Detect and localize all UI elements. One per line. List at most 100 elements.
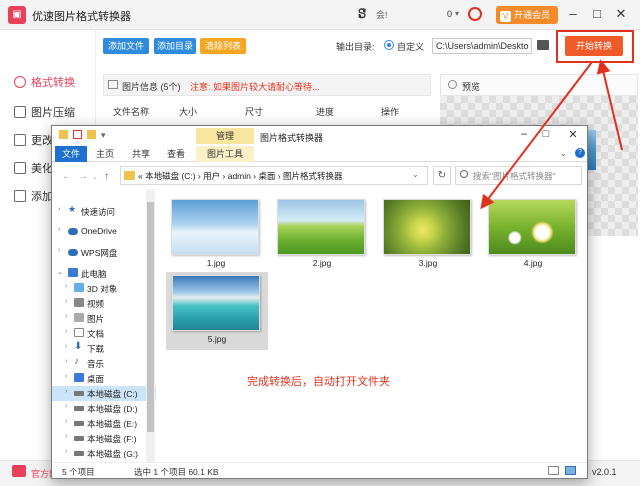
tab-view[interactable]: 查看 <box>162 146 190 162</box>
vip-button[interactable]: V 开通会员 <box>496 6 558 24</box>
nav-item-drive-f[interactable]: › 本地磁盘 (F:) <box>52 431 156 446</box>
sidebar-item-format-convert[interactable]: 格式转换 <box>14 74 75 90</box>
search-icon <box>460 170 468 178</box>
chevron-right-icon[interactable]: › <box>65 448 67 455</box>
address-path[interactable]: « 本地磁盘 (C:) › 用户 › admin › 桌面 › 图片格式转换器 <box>138 170 342 182</box>
file-item[interactable]: 2.jpg <box>271 196 373 270</box>
chevron-right-icon[interactable]: › <box>65 343 67 350</box>
home-icon <box>12 465 26 477</box>
back-arrow-icon[interactable]: ← <box>62 171 72 182</box>
nav-item-quick-access[interactable]: › ★ 快速访问 <box>52 204 156 219</box>
chevron-right-icon[interactable]: › <box>58 247 60 254</box>
chevron-right-icon[interactable]: › <box>65 403 67 410</box>
close-icon[interactable]: ✕ <box>614 6 628 22</box>
details-view-icon[interactable] <box>548 466 559 475</box>
folder-icon[interactable] <box>537 40 549 50</box>
nav-item-drive-d[interactable]: › 本地磁盘 (D:) <box>52 401 156 416</box>
cloud-icon <box>68 249 78 256</box>
chevron-right-icon[interactable]: › <box>65 283 67 290</box>
nav-item-onedrive[interactable]: › OneDrive <box>52 224 156 239</box>
tab-share[interactable]: 共享 <box>127 146 155 162</box>
file-item[interactable]: 3.jpg <box>377 196 479 270</box>
nav-item-drive-e[interactable]: › 本地磁盘 (E:) <box>52 416 156 431</box>
sidebar-item-compress[interactable]: 图片压缩 <box>14 104 75 120</box>
file-item[interactable]: 4.jpg <box>482 196 584 270</box>
file-name: 3.jpg <box>418 258 438 268</box>
custom-radio[interactable] <box>384 40 394 50</box>
info-note: 注意: 如果图片较大请耐心等待... <box>190 82 320 92</box>
nav-item-videos[interactable]: › 视频 <box>52 296 156 311</box>
chevron-right-icon[interactable]: › <box>65 328 67 335</box>
nav-item-documents[interactable]: › 文档 <box>52 326 156 341</box>
properties-icon[interactable] <box>73 130 82 139</box>
maximize-icon[interactable]: □ <box>536 128 556 140</box>
chevron-right-icon[interactable]: › <box>65 373 67 380</box>
start-convert-button[interactable]: 开始转换 <box>565 36 623 56</box>
clear-list-button[interactable]: 清除列表 <box>200 38 246 54</box>
pc-icon <box>68 268 78 277</box>
nav-item-3d-objects[interactable]: › 3D 对象 <box>52 281 156 296</box>
tab-picture-tools[interactable]: 图片工具 <box>196 146 254 162</box>
search-placeholder: 搜索"图片格式转换器" <box>473 171 556 181</box>
chevron-right-icon[interactable]: › <box>65 313 67 320</box>
output-path-field[interactable]: C:\Users\admin\Deskto <box>432 38 532 54</box>
add-directory-button[interactable]: 添加目录 <box>154 38 196 54</box>
add-file-button[interactable]: 添加文件 <box>103 38 149 54</box>
table-header: 文件名称 大小 尺寸 进度 操作 <box>103 105 431 121</box>
file-item[interactable]: 1.jpg <box>165 196 267 270</box>
output-dir-label: 输出目录: <box>336 42 375 52</box>
chevron-right-icon[interactable]: › <box>58 226 60 233</box>
record-circle-icon[interactable] <box>468 7 482 21</box>
new-folder-icon[interactable] <box>87 130 96 139</box>
tab-home[interactable]: 主页 <box>91 146 119 162</box>
chevron-down-icon[interactable]: ⌄ <box>560 149 567 158</box>
tab-file[interactable]: 文件 <box>55 146 87 162</box>
close-icon[interactable]: ✕ <box>563 128 583 141</box>
sidebar-item-beautify[interactable]: 美化 <box>14 160 53 176</box>
chevron-right-icon[interactable]: › <box>65 298 67 305</box>
chevron-down-icon[interactable]: ⌄ <box>57 268 63 276</box>
column-header: 操作 <box>381 107 400 117</box>
selection-info: 选中 1 个项目 60.1 KB <box>134 467 219 477</box>
user-name[interactable]: 会! <box>376 8 388 21</box>
customize-qat-icon[interactable]: ▾ <box>101 130 106 140</box>
sidebar-item-change[interactable]: 更改 <box>14 132 53 148</box>
nav-item-drive-g[interactable]: › 本地磁盘 (G:) <box>52 446 156 461</box>
chevron-right-icon[interactable]: › <box>65 388 67 395</box>
file-item-selected[interactable]: 5.jpg <box>166 272 268 350</box>
forward-arrow-icon[interactable]: → <box>78 171 88 182</box>
sidebar-item-add[interactable]: 添加 <box>14 188 53 204</box>
help-icon[interactable]: ? <box>575 148 585 158</box>
nav-item-music[interactable]: › ♪ 音乐 <box>52 356 156 371</box>
nav-item-desktop[interactable]: › 桌面 <box>52 371 156 386</box>
picture-icon <box>74 313 84 322</box>
up-arrow-icon[interactable]: ↑ <box>104 171 109 182</box>
chevron-right-icon[interactable]: › <box>65 433 67 440</box>
chevron-right-icon[interactable]: › <box>65 358 67 365</box>
chevron-right-icon[interactable]: › <box>58 206 60 213</box>
refresh-icon[interactable]: ↻ <box>433 166 451 185</box>
recent-dropdown-icon[interactable]: ⌄ <box>92 173 98 181</box>
file-explorer-window: ▾ 管理 图片格式转换器 – □ ✕ 文件 主页 共享 查看 图片工具 ⌄ ? … <box>51 125 588 479</box>
chevron-right-icon[interactable]: › <box>65 418 67 425</box>
app-title: 优速图片格式转换器 <box>32 11 131 23</box>
minimize-icon[interactable]: – <box>514 128 534 140</box>
maximize-icon[interactable]: □ <box>590 6 604 21</box>
nav-item-downloads[interactable]: › ⬇ 下载 <box>52 341 156 356</box>
download-icon: ⬇ <box>74 341 83 352</box>
image-thumbnail <box>383 199 471 255</box>
scrollbar-thumb[interactable] <box>147 202 154 432</box>
nav-item-drive-c[interactable]: › 本地磁盘 (C:) <box>52 386 156 401</box>
large-icons-view-icon[interactable] <box>565 466 576 475</box>
beautify-icon <box>14 162 26 174</box>
nav-item-pictures[interactable]: › 图片 <box>52 311 156 326</box>
nav-item-this-pc[interactable]: ⌄ 此电脑 <box>52 266 156 281</box>
cloud-icon <box>68 228 78 235</box>
tab-manage[interactable]: 管理 <box>196 128 254 144</box>
chevron-down-icon[interactable]: ⌄ <box>412 170 419 179</box>
nav-item-wps[interactable]: › WPS网盘 <box>52 245 156 260</box>
vip-label: 开通会员 <box>514 10 551 20</box>
chevron-down-icon[interactable]: ▾ <box>455 9 459 18</box>
minimize-icon[interactable]: – <box>566 6 580 21</box>
drive-icon <box>74 406 84 411</box>
